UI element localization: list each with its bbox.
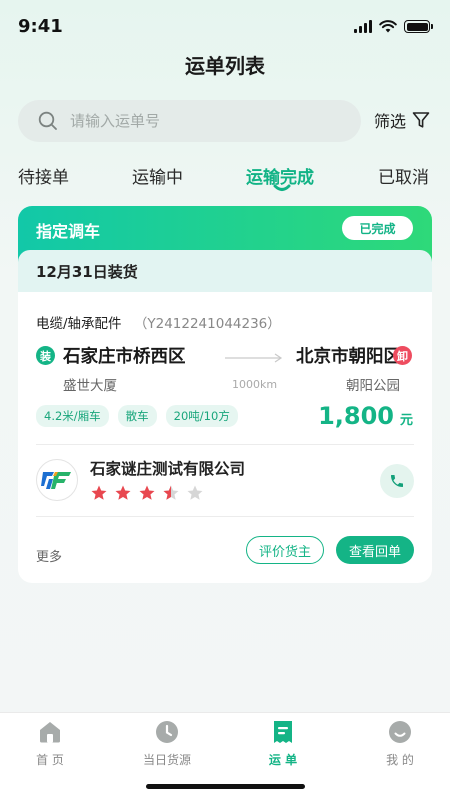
status-bar: 9:41 <box>0 0 450 56</box>
home-icon <box>37 719 63 745</box>
tab-bar: 待接单 运输中 运输完成 已取消 <box>0 160 450 200</box>
status-time: 9:41 <box>18 16 63 37</box>
price-unit: 元 <box>399 413 413 428</box>
star-half-icon <box>163 485 179 500</box>
filter-button[interactable]: 筛选 <box>374 108 430 132</box>
origin-city: 石家庄市桥西区 <box>63 347 186 367</box>
filter-icon <box>412 112 430 128</box>
divider <box>36 516 414 517</box>
status-badge: 已完成 <box>342 216 413 240</box>
cargo-line: 电缆/轴承配件 （Y2412241044236） <box>36 312 281 332</box>
cargo-name: 电缆/轴承配件 <box>36 316 122 332</box>
tab-cancelled[interactable]: 已取消 <box>378 163 429 188</box>
phone-icon <box>391 475 403 487</box>
search-box[interactable] <box>18 100 361 142</box>
chip-vehicle-length: 4.2米/厢车 <box>36 405 109 427</box>
shipper-logo <box>36 459 78 501</box>
star-empty-icon <box>187 485 203 500</box>
load-tag: 装 <box>36 346 55 365</box>
star-full-icon <box>115 485 131 500</box>
star-full-icon <box>91 485 107 500</box>
star-full-icon <box>139 485 155 500</box>
more-link[interactable]: 更多 <box>36 546 62 565</box>
battery-icon <box>404 20 433 33</box>
origin-place: 盛世大厦 <box>63 378 117 394</box>
nav-label: 我 的 <box>386 753 414 767</box>
route: 装 石家庄市桥西区 北京市朝阳区 卸 盛世大厦 1000km 朝阳公园 <box>36 343 416 395</box>
nav-label: 当日货源 <box>142 753 191 767</box>
nav-profile[interactable]: 我 的 <box>350 719 450 768</box>
unload-tag: 卸 <box>393 346 412 365</box>
order-card[interactable]: 指定调车 已完成 12月31日装货 电缆/轴承配件 （Y241224104423… <box>18 206 432 583</box>
chip-capacity: 20吨/10方 <box>165 405 238 427</box>
tab-pending[interactable]: 待接单 <box>18 163 69 188</box>
divider <box>36 444 414 445</box>
view-receipt-button[interactable]: 查看回单 <box>336 536 414 564</box>
waybill-icon <box>270 719 296 745</box>
route-arrow-icon <box>225 353 283 363</box>
filter-label: 筛选 <box>374 112 407 131</box>
nav-waybill[interactable]: 运 单 <box>233 719 333 768</box>
destination-city: 北京市朝阳区 <box>296 347 401 367</box>
profile-icon <box>387 719 413 745</box>
wifi-icon <box>379 20 397 33</box>
search-input[interactable] <box>70 112 330 130</box>
shipper-rating <box>90 484 204 502</box>
tab-in-transit[interactable]: 运输中 <box>132 163 183 188</box>
status-icons <box>354 20 433 33</box>
price-value: 1,800 <box>318 402 394 430</box>
active-tab-indicator <box>273 184 291 191</box>
search-icon <box>38 111 57 130</box>
nav-label: 运 单 <box>268 753 298 767</box>
cellular-signal-icon <box>354 20 372 33</box>
nav-label: 首 页 <box>36 753 64 767</box>
order-number: （Y2412241044236） <box>133 316 281 332</box>
home-indicator <box>146 784 305 789</box>
call-shipper-button[interactable] <box>380 464 414 498</box>
nav-today-cargo[interactable]: 当日货源 <box>117 719 217 768</box>
clock-icon <box>154 719 180 745</box>
load-date: 12月31日装货 <box>18 250 432 292</box>
dispatch-type: 指定调车 <box>36 222 101 241</box>
page-title: 运单列表 <box>185 54 265 78</box>
freight-price: 1,800 元 <box>318 402 413 430</box>
rate-shipper-button[interactable]: 评价货主 <box>246 536 324 564</box>
destination-place: 朝阳公园 <box>346 378 400 394</box>
chip-load-type: 散车 <box>117 405 157 427</box>
distance: 1000km <box>232 378 278 391</box>
nav-home[interactable]: 首 页 <box>0 719 100 768</box>
company-logo-icon <box>41 472 71 489</box>
shipper-name: 石家谜庄测试有限公司 <box>90 460 246 478</box>
vehicle-chips: 4.2米/厢车 散车 20吨/10方 <box>36 405 238 427</box>
